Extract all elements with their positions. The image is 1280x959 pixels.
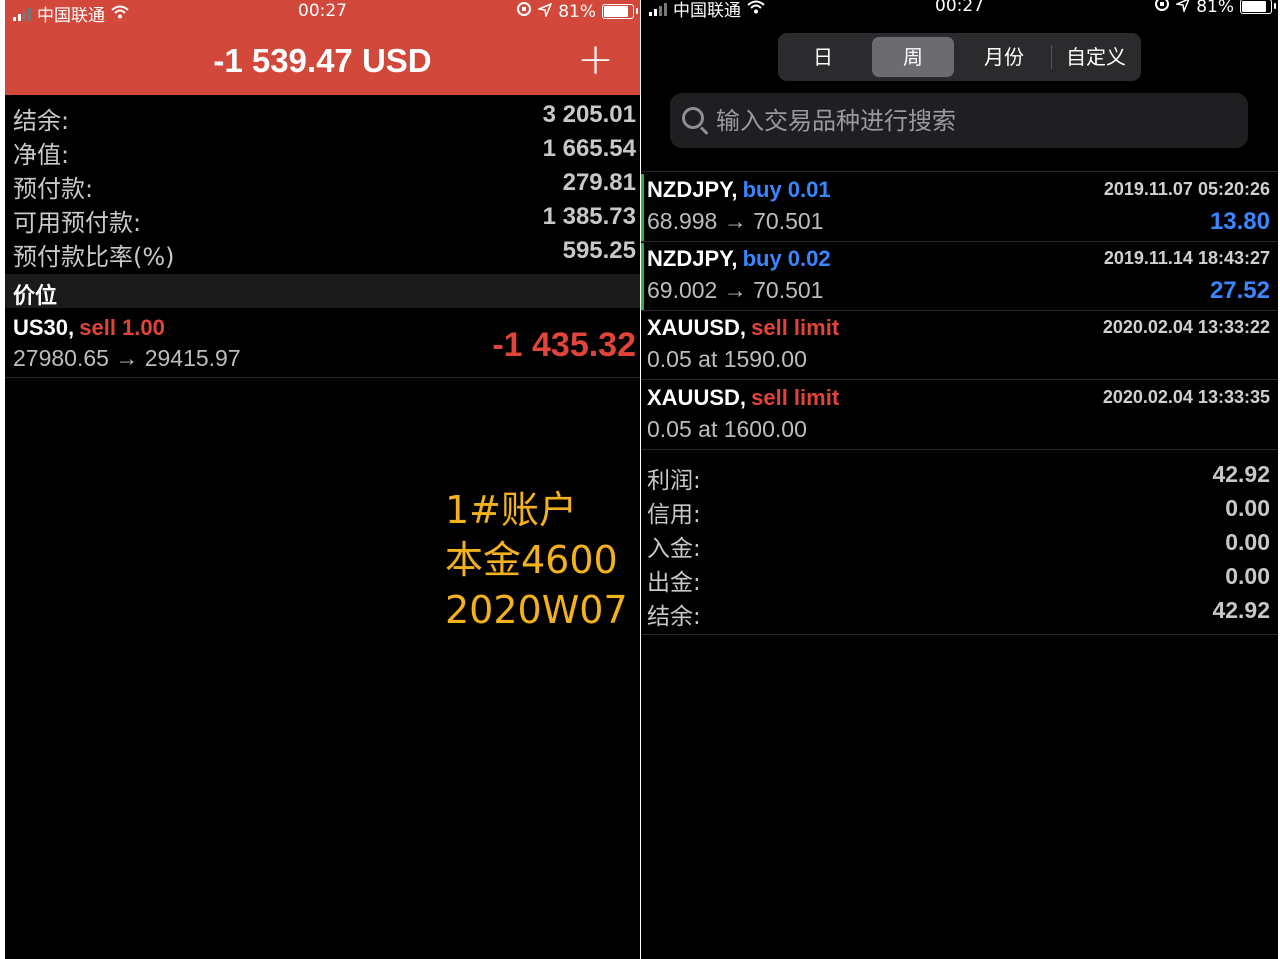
totals-value: 0.00 — [1225, 529, 1270, 555]
totals-label: 利润: — [647, 468, 701, 494]
order-row[interactable]: XAUUSD, sell limit 2020.02.04 13:33:35 0… — [641, 380, 1278, 449]
summary-label: 预付款: — [13, 175, 94, 203]
battery-percent: 81% — [558, 1, 596, 22]
account-screen: 中国联通 00:27 81% -1 539.47 USD + 结余: 3 205… — [5, 0, 640, 959]
order-symbol: XAUUSD, — [647, 385, 747, 410]
order-detail: 68.998 → 70.501 — [647, 208, 824, 234]
rotation-lock-icon — [516, 1, 532, 22]
summary-value: 1 665.54 — [542, 135, 636, 162]
annotation-note: 1#账户 本金4600 2020W07 — [445, 485, 628, 635]
search-input[interactable] — [714, 101, 1238, 141]
note-line: 2020W07 — [445, 588, 628, 632]
position-prices: 27980.65 → 29415.97 — [13, 345, 241, 371]
summary-label: 预付款比率(%) — [13, 243, 175, 271]
position-side: sell 1.00 — [79, 315, 165, 340]
summary-label: 结余: — [13, 107, 70, 135]
order-side: sell limit — [751, 315, 840, 340]
totals-label: 结余: — [647, 604, 701, 630]
summary-label: 净值: — [13, 141, 70, 169]
order-row[interactable]: NZDJPY, buy 0.02 2019.11.14 18:43:27 69.… — [641, 241, 1278, 310]
order-side: sell limit — [751, 385, 840, 410]
order-profit: 27.52 — [1209, 277, 1270, 304]
divider — [5, 377, 640, 378]
tab-month[interactable]: 月份 — [962, 37, 1046, 77]
totals-value: 0.00 — [1225, 563, 1270, 589]
order-symbol: XAUUSD, — [647, 315, 747, 340]
tab-custom[interactable]: 自定义 — [1055, 37, 1137, 77]
order-side: buy 0.02 — [742, 246, 831, 271]
add-order-button[interactable]: + — [577, 38, 614, 82]
summary-value: 1 385.73 — [542, 203, 636, 230]
period-selector: 日 周 月份 自定义 — [778, 33, 1141, 81]
note-line: 本金4600 — [445, 538, 618, 582]
totals-value: 0.00 — [1225, 495, 1270, 521]
divider — [641, 449, 1278, 450]
totals-label: 入金: — [647, 536, 701, 562]
totals-row-profit: 利润: 42.92 — [641, 458, 1278, 494]
positions-section-header: 价位 — [5, 274, 640, 309]
search-icon — [682, 107, 704, 129]
position-row[interactable]: US30, sell 1.00 27980.65 → 29415.97 -1 4… — [5, 309, 640, 377]
position-symbol: US30, — [13, 315, 75, 340]
balance-header: 中国联通 00:27 81% -1 539.47 USD + — [5, 0, 640, 95]
battery-icon — [602, 4, 638, 19]
order-symbol: NZDJPY, — [647, 246, 738, 271]
location-icon — [1174, 0, 1190, 17]
divider — [641, 634, 1278, 635]
status-bar: 中国联通 00:27 81% — [5, 0, 640, 26]
battery-icon — [1240, 0, 1276, 14]
summary-row-free-margin: 可用预付款: 1 385.73 — [5, 200, 640, 237]
order-detail: 0.05 at 1600.00 — [647, 416, 807, 442]
order-symbol: NZDJPY, — [647, 177, 738, 202]
order-detail: 69.002 → 70.501 — [647, 277, 824, 303]
tab-separator — [1051, 45, 1052, 69]
order-time: 2019.11.07 05:20:26 — [1103, 179, 1270, 199]
totals-row-deposit: 入金: 0.00 — [641, 526, 1278, 562]
open-indicator-bar — [641, 174, 644, 241]
summary-row-equity: 净值: 1 665.54 — [5, 132, 640, 169]
profit-total: -1 539.47 USD — [213, 42, 432, 79]
status-bar: 中国联通 00:27 81% — [641, 0, 1278, 21]
tab-week[interactable]: 周 — [872, 37, 954, 77]
summary-row-margin: 预付款: 279.81 — [5, 166, 640, 203]
order-side: buy 0.01 — [742, 177, 831, 202]
order-profit: 13.80 — [1209, 208, 1270, 235]
order-detail: 0.05 at 1590.00 — [647, 346, 807, 372]
summary-label: 可用预付款: — [13, 209, 142, 237]
totals-row-withdrawal: 出金: 0.00 — [641, 560, 1278, 596]
summary-row-margin-level: 预付款比率(%) 595.25 — [5, 234, 640, 271]
summary-value: 279.81 — [562, 169, 636, 196]
open-indicator-bar — [641, 243, 644, 310]
totals-value: 42.92 — [1212, 597, 1270, 623]
note-line: 1#账户 — [445, 488, 578, 532]
summary-row-balance: 结余: 3 205.01 — [5, 98, 640, 135]
position-profit: -1 435.32 — [492, 326, 636, 364]
rotation-lock-icon — [1154, 0, 1170, 17]
positions-header-label: 价位 — [13, 284, 58, 309]
battery-percent: 81% — [1196, 0, 1234, 17]
totals-row-credit: 信用: 0.00 — [641, 492, 1278, 528]
tab-day[interactable]: 日 — [782, 37, 864, 77]
history-screen: 中国联通 00:27 81% 日 周 月份 自定义 N — [641, 0, 1278, 959]
totals-value: 42.92 — [1212, 461, 1270, 487]
search-bar[interactable] — [670, 93, 1248, 148]
summary-value: 3 205.01 — [542, 101, 636, 128]
summary-value: 595.25 — [562, 237, 636, 264]
order-row[interactable]: NZDJPY, buy 0.01 2019.11.07 05:20:26 68.… — [641, 172, 1278, 241]
order-time: 2019.11.14 18:43:27 — [1103, 248, 1270, 268]
order-row[interactable]: XAUUSD, sell limit 2020.02.04 13:33:22 0… — [641, 310, 1278, 379]
order-time: 2020.02.04 13:33:35 — [1102, 387, 1270, 407]
location-icon — [536, 2, 553, 22]
totals-label: 信用: — [647, 502, 701, 528]
totals-row-balance: 结余: 42.92 — [641, 594, 1278, 630]
totals-label: 出金: — [647, 570, 701, 596]
order-time: 2020.02.04 13:33:22 — [1102, 317, 1270, 337]
